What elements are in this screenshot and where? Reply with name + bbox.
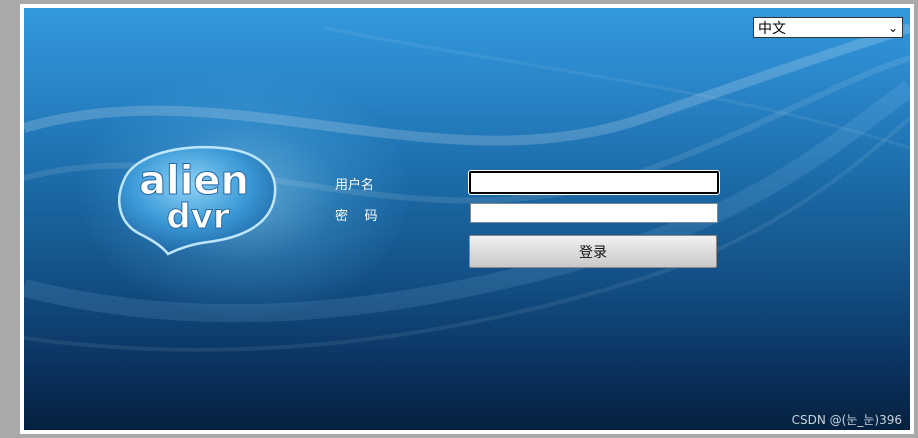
chevron-down-icon: ⌄ — [887, 20, 898, 35]
language-select[interactable]: 中文 ⌄ — [753, 17, 903, 38]
watermark-text: CSDN @(눈_눈)396 — [791, 413, 902, 427]
username-field[interactable] — [469, 171, 719, 194]
password-label: 密 码 — [335, 209, 378, 224]
language-select-value: 中文 — [758, 19, 786, 36]
password-field[interactable] — [470, 203, 718, 223]
login-button[interactable]: 登录 — [469, 235, 717, 268]
username-label: 用户名 — [335, 178, 375, 193]
logo-text-line2: dvr — [166, 197, 230, 237]
alien-dvr-logo: alien dvr — [118, 145, 277, 256]
login-button-label: 登录 — [579, 244, 607, 261]
